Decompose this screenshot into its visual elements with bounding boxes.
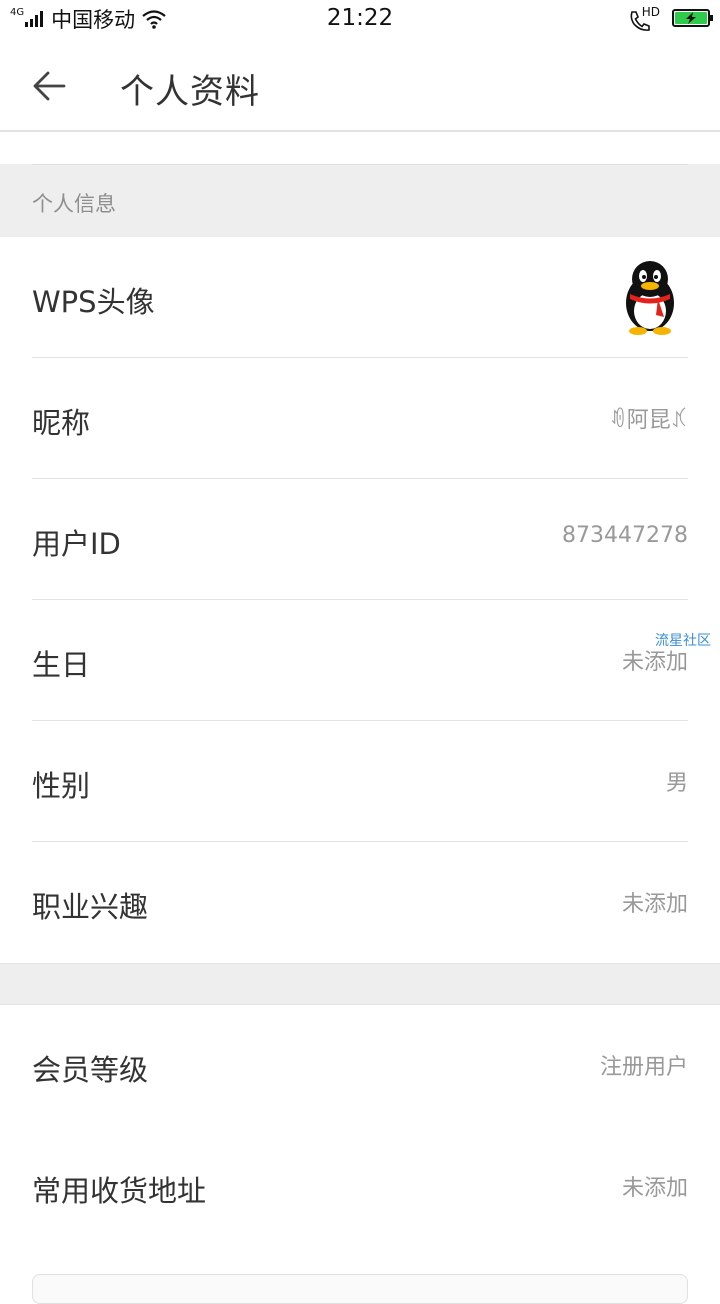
row-value-membership: 注册用户 — [599, 1055, 688, 1080]
row-nickname[interactable]: 昵称 ꀑ阿昆ꃤ — [0, 358, 720, 479]
section-label: 个人信息 — [32, 192, 116, 216]
row-label-nickname: 昵称 — [32, 406, 91, 440]
row-label-birthday: 生日 — [32, 648, 91, 682]
row-label-gender: 性别 — [32, 769, 91, 803]
page-title: 个人资料 — [120, 72, 260, 112]
row-label-user-id: 用户ID — [32, 527, 121, 561]
hd-badge: HD — [641, 5, 660, 19]
hd-call-icon: HD — [628, 5, 660, 31]
qq-penguin-avatar-icon[interactable] — [618, 259, 682, 335]
row-gender[interactable]: 性别 男 — [0, 721, 720, 842]
arrow-left-icon[interactable] — [28, 64, 72, 108]
row-user-id[interactable]: 用户ID 873447278 — [0, 479, 720, 600]
row-interests[interactable]: 职业兴趣 未添加 — [0, 842, 720, 963]
row-value-address: 未添加 — [621, 1176, 688, 1201]
row-value-interests: 未添加 — [621, 892, 688, 917]
battery-charging-icon — [672, 9, 713, 27]
status-bar: 4G 中国移动 21:22 HD — [0, 0, 720, 38]
row-label-address: 常用收货地址 — [32, 1174, 207, 1208]
status-time: 21:22 — [326, 5, 394, 31]
row-birthday[interactable]: 生日 未添加 — [0, 600, 720, 721]
section-gap — [0, 963, 720, 1005]
divider — [32, 164, 688, 165]
row-membership-level[interactable]: 会员等级 注册用户 — [0, 1005, 720, 1126]
row-value-user-id: 873447278 — [562, 523, 688, 548]
row-shipping-address[interactable]: 常用收货地址 未添加 — [0, 1126, 720, 1247]
title-bar: 个人资料 — [0, 38, 720, 132]
watermark-text: 流星社区 — [655, 633, 711, 649]
row-label-avatar: WPS头像 — [32, 285, 155, 319]
row-label-interests: 职业兴趣 — [32, 890, 149, 924]
status-right: HD — [628, 4, 713, 32]
row-value-gender: 男 — [665, 771, 688, 796]
row-label-membership: 会员等级 — [32, 1053, 149, 1087]
row-value-nickname: ꀑ阿昆ꃤ — [609, 408, 688, 433]
bottom-button-partial[interactable] — [32, 1274, 688, 1304]
section-header-personal-info: 个人信息 — [0, 164, 720, 237]
row-avatar[interactable]: WPS头像 — [0, 237, 720, 358]
